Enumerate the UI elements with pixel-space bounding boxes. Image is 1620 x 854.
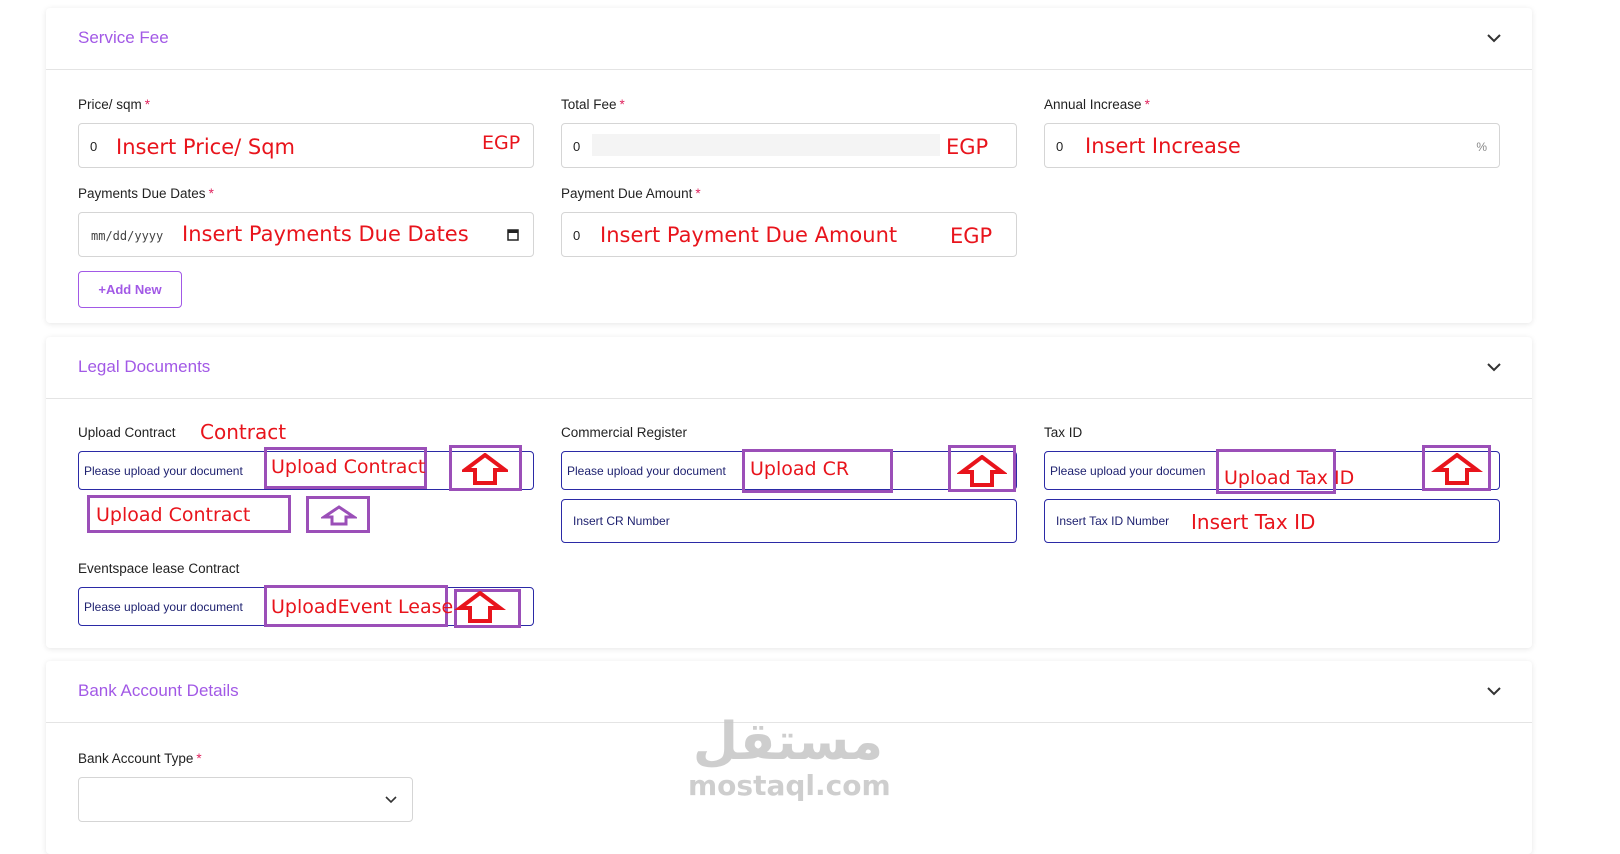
upload-event-lease-button[interactable] xyxy=(454,589,521,628)
annual-increase-value: 0 xyxy=(1056,139,1064,154)
upload-contract-button-2[interactable] xyxy=(306,496,370,533)
due-dates-hint: Insert Payments Due Dates xyxy=(182,222,469,246)
chevron-down-icon[interactable] xyxy=(1484,28,1504,48)
commercial-register-label: Commercial Register xyxy=(561,425,688,440)
upload-contract-annotation-box: Upload Contract xyxy=(264,447,427,489)
due-amount-value: 0 xyxy=(573,228,581,243)
upload-event-lease-annotation-box: UploadEvent Lease xyxy=(264,585,453,627)
bank-account-type-select[interactable] xyxy=(78,777,413,822)
price-value: 0 xyxy=(90,139,98,154)
cr-number-placeholder: Insert CR Number xyxy=(573,514,670,528)
price-input[interactable]: 0 Insert Price/ Sqm EGP xyxy=(78,123,534,168)
upload-contract-label: Upload Contract xyxy=(78,425,176,440)
percent-suffix: % xyxy=(1476,140,1487,154)
upload-arrow-icon xyxy=(454,591,506,623)
chevron-down-icon xyxy=(385,796,397,804)
tax-id-number-placeholder: Insert Tax ID Number xyxy=(1056,514,1170,528)
mostaql-watermark: مستقل mostaql.com xyxy=(688,712,891,802)
price-label: Price/ sqm * xyxy=(78,97,151,112)
due-amount-label: Payment Due Amount * xyxy=(561,186,701,201)
upload-tax-id-annotation-box: Upload Tax ID xyxy=(1216,449,1354,494)
upload-placeholder: Please upload your document xyxy=(84,464,243,478)
upload-contract-annotation-text-2: Upload Contract xyxy=(96,504,251,526)
total-fee-value: 0 xyxy=(573,139,581,154)
total-fee-readonly-fill xyxy=(592,134,940,156)
upload-contract-button[interactable] xyxy=(449,445,522,491)
annual-increase-hint: Insert Increase xyxy=(1085,134,1241,158)
annual-increase-input[interactable]: 0 Insert Increase % xyxy=(1044,123,1500,168)
total-fee-input[interactable]: 0 EGP xyxy=(561,123,1017,168)
due-dates-label: Payments Due Dates * xyxy=(78,186,214,201)
upload-placeholder: Please upload your document xyxy=(84,600,243,614)
bank-account-type-label: Bank Account Type * xyxy=(78,751,202,766)
due-amount-currency: EGP xyxy=(950,224,993,248)
watermark-arabic: مستقل xyxy=(692,712,884,772)
upload-arrow-icon xyxy=(321,505,357,526)
chevron-down-icon[interactable] xyxy=(1484,681,1504,701)
service-fee-header[interactable]: Service Fee xyxy=(46,8,1532,70)
calendar-icon[interactable] xyxy=(507,228,519,241)
tax-id-label: Tax ID xyxy=(1044,425,1083,440)
upload-placeholder: Please upload your document xyxy=(567,464,726,478)
upload-placeholder: Please upload your documen xyxy=(1050,464,1206,478)
total-fee-currency: EGP xyxy=(946,135,989,159)
add-new-button[interactable]: +Add New xyxy=(78,271,182,308)
cr-number-input[interactable]: Insert CR Number xyxy=(561,499,1017,543)
upload-arrow-icon xyxy=(1431,453,1483,485)
upload-cr-annotation-text: Upload CR xyxy=(750,458,850,480)
due-amount-hint: Insert Payment Due Amount xyxy=(600,223,898,247)
tax-id-number-input[interactable]: Insert Tax ID Number Insert Tax ID xyxy=(1044,499,1500,543)
contract-annotation: Contract xyxy=(200,420,287,444)
price-hint-annotation: Insert Price/ Sqm xyxy=(116,135,296,159)
upload-tax-id-annotation-text: Upload Tax ID xyxy=(1224,467,1355,489)
upload-arrow-icon xyxy=(957,455,1007,487)
chevron-down-icon[interactable] xyxy=(1484,357,1504,377)
watermark-latin: mostaql.com xyxy=(688,769,891,802)
tax-id-number-hint: Insert Tax ID xyxy=(1191,510,1316,534)
upload-cr-annotation-box: Upload CR xyxy=(742,449,893,493)
annual-increase-label: Annual Increase * xyxy=(1044,97,1150,112)
due-amount-input[interactable]: 0 Insert Payment Due Amount EGP xyxy=(561,212,1017,257)
upload-cr-button[interactable] xyxy=(948,445,1016,492)
bank-account-title: Bank Account Details xyxy=(78,681,239,700)
upload-event-lease-annotation-text: UploadEvent Lease xyxy=(271,596,454,618)
upload-contract-annotation-box-2: Upload Contract xyxy=(87,495,291,533)
due-dates-input[interactable]: mm/dd/yyyy Insert Payments Due Dates xyxy=(78,212,534,257)
legal-documents-title: Legal Documents xyxy=(78,357,211,376)
upload-tax-id-button[interactable] xyxy=(1422,445,1491,491)
total-fee-label: Total Fee * xyxy=(561,97,625,112)
upload-contract-annotation-text: Upload Contract xyxy=(271,456,426,478)
upload-arrow-icon xyxy=(462,453,508,485)
date-placeholder: mm/dd/yyyy xyxy=(91,229,164,243)
legal-documents-header[interactable]: Legal Documents xyxy=(46,337,1532,399)
event-lease-label: Eventspace lease Contract xyxy=(78,561,240,576)
service-fee-title: Service Fee xyxy=(78,28,169,47)
price-currency: EGP xyxy=(482,132,521,154)
